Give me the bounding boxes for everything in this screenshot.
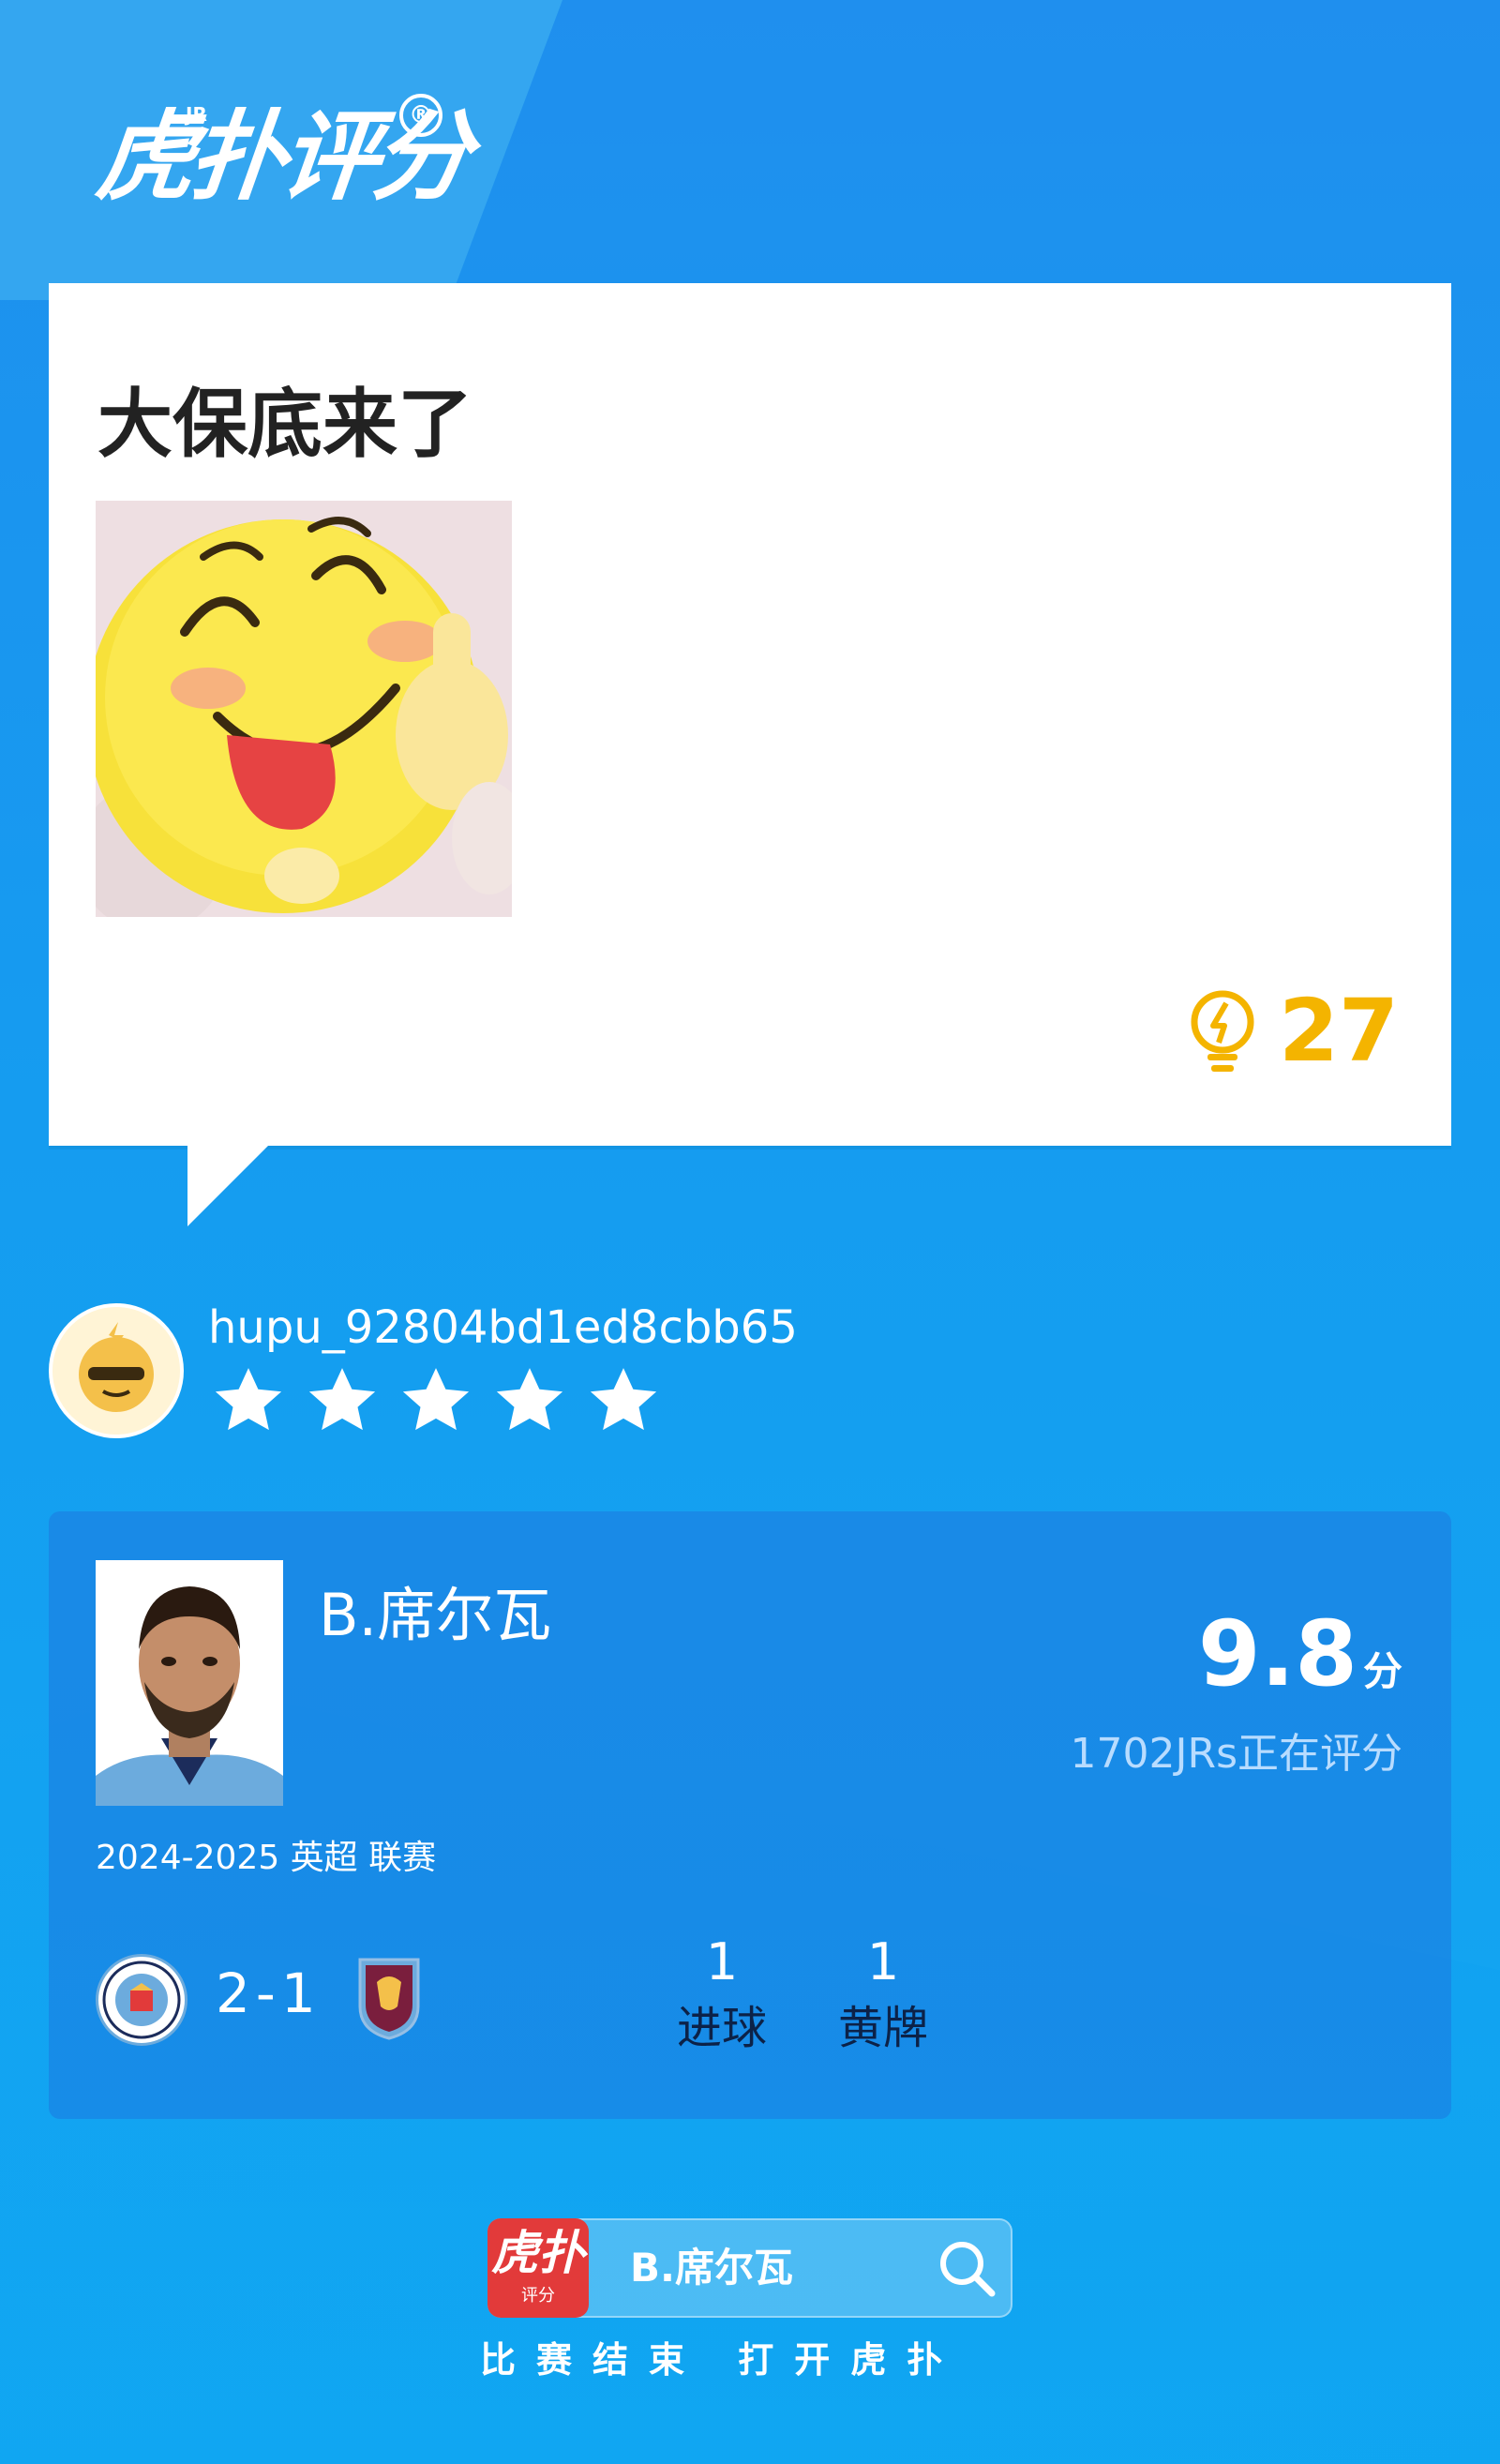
sunglasses-avatar-icon [52,1307,180,1435]
user-avatar[interactable] [49,1303,184,1438]
star-icon [496,1368,563,1431]
player-rating-panel[interactable]: B.席尔瓦 9.8 分 1702JRs正在评分 2024-2025 英超 联赛 … [49,1511,1451,2119]
manchester-city-badge-icon [96,1954,188,2046]
comment-text: 大保底来了 [98,381,472,468]
logo-jr-badge: JR [186,103,207,126]
app-icon-main-text: 虎扑 [491,2226,585,2280]
stat-yellow-cards-label: 黄牌 [837,2002,928,2054]
star-icon [308,1368,376,1431]
season-label: 2024-2025 英超 联赛 [96,1839,437,1877]
score-unit: 分 [1362,1648,1402,1694]
stat-goals-label: 进球 [676,2002,767,2054]
app-icon-sub-text: 评分 [521,2286,555,2306]
star-icon [590,1368,657,1431]
raters-count: 1702JRs正在评分 [1070,1730,1402,1778]
username[interactable]: hupu_92804bd1ed8cbb65 [208,1301,798,1354]
player-photo [96,1560,283,1806]
comment-card: 大保底来了 27 [49,283,1451,1146]
stat-goals: 1 进球 [647,1930,797,2061]
emoji-image[interactable] [96,501,512,917]
score-value: 9.8 [1197,1601,1358,1706]
rating-stars [208,1361,664,1442]
search-icon[interactable] [936,2237,998,2299]
aston-villa-badge-icon [356,1954,422,2040]
hupu-app-icon[interactable]: 虎扑 评分 [488,2218,589,2318]
registered-mark: ® [399,94,442,137]
search-query-text: B.席尔瓦 [630,2245,793,2291]
hupu-logo: 虎扑评分 JR ® [92,86,471,227]
open-app-cta[interactable]: 比赛结束 打开虎扑 [480,2331,963,2382]
star-icon [402,1368,470,1431]
stat-yellow-cards: 1 黄牌 [808,1930,958,2061]
like-count: 27 [1278,981,1399,1081]
player-portrait-icon [96,1560,283,1806]
app-search-bar[interactable]: 虎扑 评分 B.席尔瓦 [488,2218,1012,2318]
stat-goals-value: 1 [705,1932,739,1991]
lightbulb-icon [1191,990,1254,1072]
like-counter[interactable]: 27 [1185,981,1399,1081]
stat-yellow-cards-value: 1 [866,1932,900,1991]
speech-bubble-tail [188,1142,272,1226]
match-score: 2-1 [216,1961,322,2025]
player-name: B.席尔瓦 [319,1581,552,1649]
star-icon [215,1368,282,1431]
player-score: 9.8 分 [1198,1601,1402,1706]
grinning-thumbs-up-emoji-icon [96,501,512,917]
